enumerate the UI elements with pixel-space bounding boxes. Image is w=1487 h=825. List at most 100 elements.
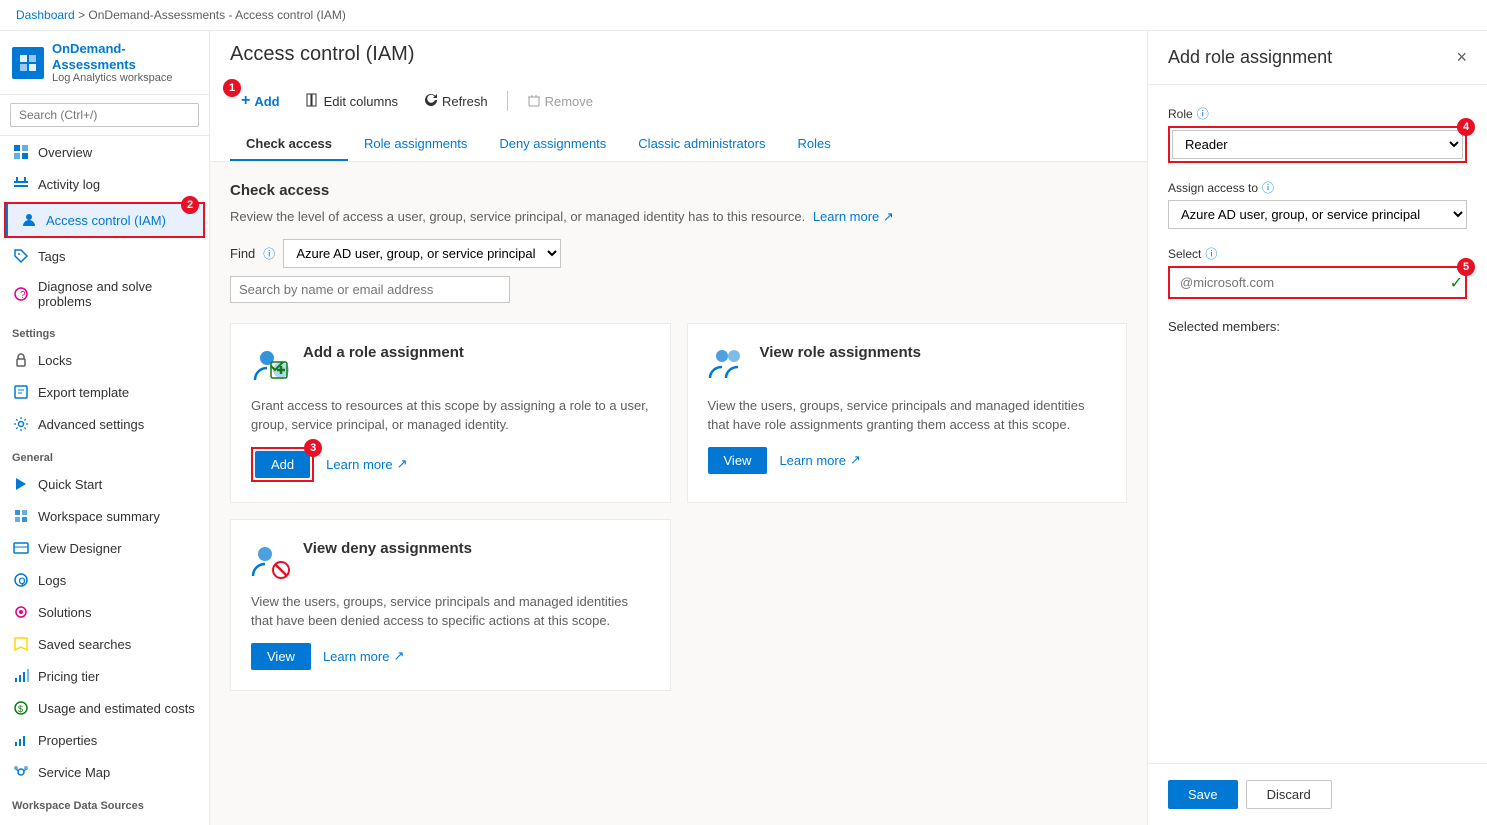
sidebar-item-quick-start-label: Quick Start bbox=[38, 477, 102, 492]
page-title: Access control (IAM) bbox=[230, 43, 1127, 66]
workspace-logo bbox=[12, 47, 44, 79]
view-role-card-desc: View the users, groups, service principa… bbox=[708, 396, 1107, 435]
add-role-card: Add a role assignment Grant access to re… bbox=[230, 323, 671, 503]
sidebar-item-service-map[interactable]: Service Map bbox=[0, 756, 209, 788]
add-role-learn-more[interactable]: Learn more ↗ bbox=[326, 456, 407, 472]
panel-close-button[interactable]: × bbox=[1456, 47, 1467, 68]
add-role-icon bbox=[251, 344, 291, 384]
view-deny-button[interactable]: View bbox=[251, 643, 311, 670]
find-info-icon: ⓘ bbox=[263, 245, 275, 262]
assign-access-select[interactable]: Azure AD user, group, or service princip… bbox=[1168, 200, 1467, 229]
access-control-icon bbox=[20, 211, 38, 229]
role-select[interactable]: Reader bbox=[1172, 130, 1463, 159]
edit-columns-button[interactable]: Edit columns bbox=[295, 87, 409, 116]
tab-deny-assignments[interactable]: Deny assignments bbox=[483, 128, 622, 161]
sidebar-item-view-designer-label: View Designer bbox=[38, 541, 122, 556]
sidebar-item-locks[interactable]: Locks bbox=[0, 344, 209, 376]
sidebar-item-activity-log[interactable]: Activity log bbox=[0, 168, 209, 200]
find-label: Find bbox=[230, 246, 255, 261]
svg-text:?: ? bbox=[20, 290, 26, 301]
find-dropdown[interactable]: Azure AD user, group, or service princip… bbox=[283, 239, 561, 268]
view-role-card-header: View role assignments bbox=[708, 344, 1107, 384]
export-template-icon bbox=[12, 383, 30, 401]
view-deny-card-actions: View Learn more ↗ bbox=[251, 643, 650, 670]
tab-check-access[interactable]: Check access bbox=[230, 128, 348, 161]
toolbar: + Add 1 Edit columns Refresh bbox=[230, 78, 1127, 124]
sidebar-item-view-designer[interactable]: View Designer bbox=[0, 532, 209, 564]
add-role-button[interactable]: Add bbox=[255, 451, 310, 478]
sidebar-item-solutions[interactable]: Solutions bbox=[0, 596, 209, 628]
sidebar-item-tags[interactable]: Tags bbox=[0, 240, 209, 272]
sidebar-item-virtual-machines[interactable]: Virtual machines bbox=[0, 816, 209, 825]
sidebar-item-export-template[interactable]: Export template bbox=[0, 376, 209, 408]
usage-costs-icon: $ bbox=[12, 699, 30, 717]
learn-more-link[interactable]: Learn more ↗ bbox=[813, 209, 894, 224]
select-info-icon[interactable]: ⓘ bbox=[1205, 245, 1217, 262]
settings-section-label: Settings bbox=[0, 316, 209, 344]
assign-access-info-icon[interactable]: ⓘ bbox=[1262, 179, 1274, 196]
role-field-label: Role ⓘ bbox=[1168, 105, 1467, 122]
panel-header: Add role assignment × bbox=[1148, 31, 1487, 85]
sidebar-item-export-label: Export template bbox=[38, 385, 129, 400]
sidebar-item-logs[interactable]: Q Logs bbox=[0, 564, 209, 596]
sidebar-item-advanced-label: Advanced settings bbox=[38, 417, 144, 432]
tab-role-assignments[interactable]: Role assignments bbox=[348, 128, 483, 161]
refresh-icon bbox=[424, 93, 438, 110]
assign-access-label: Assign access to ⓘ bbox=[1168, 179, 1467, 196]
check-access-title: Check access bbox=[230, 182, 1127, 199]
workspace-datasources-label: Workspace Data Sources bbox=[0, 788, 209, 816]
saved-searches-icon bbox=[12, 635, 30, 653]
breadcrumb-dashboard[interactable]: Dashboard bbox=[16, 8, 75, 22]
sidebar-item-pricing-tier[interactable]: Pricing tier bbox=[0, 660, 209, 692]
overview-icon bbox=[12, 143, 30, 161]
view-deny-learn-more[interactable]: Learn more ↗ bbox=[323, 648, 404, 664]
discard-button[interactable]: Discard bbox=[1246, 780, 1332, 809]
view-role-button[interactable]: View bbox=[708, 447, 768, 474]
save-button[interactable]: Save bbox=[1168, 780, 1238, 809]
add-role-card-actions: Add 3 Learn more ↗ bbox=[251, 447, 650, 482]
sidebar-item-usage-costs[interactable]: $ Usage and estimated costs bbox=[0, 692, 209, 724]
view-role-card: View role assignments View the users, gr… bbox=[687, 323, 1128, 503]
sidebar-item-properties[interactable]: Properties bbox=[0, 724, 209, 756]
refresh-button[interactable]: Refresh bbox=[413, 87, 499, 116]
sidebar-item-access-label: Access control (IAM) bbox=[46, 213, 166, 228]
panel-footer: Save Discard bbox=[1148, 763, 1487, 825]
remove-button[interactable]: Remove bbox=[516, 87, 604, 116]
sidebar-item-activity-label: Activity log bbox=[38, 177, 100, 192]
workspace-name: OnDemand-Assessments bbox=[52, 41, 197, 72]
view-deny-card: View deny assignments View the users, gr… bbox=[230, 519, 671, 691]
sidebar-item-quick-start[interactable]: Quick Start bbox=[0, 468, 209, 500]
general-section-label: General bbox=[0, 440, 209, 468]
select-field-label: Select ⓘ bbox=[1168, 245, 1467, 262]
sidebar-item-advanced-settings[interactable]: Advanced settings bbox=[0, 408, 209, 440]
view-role-learn-more[interactable]: Learn more ↗ bbox=[779, 452, 860, 468]
properties-icon bbox=[12, 731, 30, 749]
tab-classic-admins[interactable]: Classic administrators bbox=[622, 128, 781, 161]
sidebar-item-logs-label: Logs bbox=[38, 573, 66, 588]
add-icon: + bbox=[241, 92, 250, 110]
add-button-highlight: Add 3 bbox=[251, 447, 314, 482]
sidebar-search-container bbox=[0, 95, 209, 136]
check-access-section: Check access Review the level of access … bbox=[230, 182, 1127, 303]
workspace-info: OnDemand-Assessments Log Analytics works… bbox=[52, 41, 197, 84]
search-input[interactable] bbox=[10, 103, 199, 127]
panel-title: Add role assignment bbox=[1168, 47, 1332, 68]
sidebar-item-workspace-summary[interactable]: Workspace summary bbox=[0, 500, 209, 532]
content-body: Check access Review the level of access … bbox=[210, 162, 1147, 711]
sidebar-item-diagnose[interactable]: ? Diagnose and solve problems bbox=[0, 272, 209, 316]
role-field-highlight: Reader 4 bbox=[1168, 126, 1467, 163]
sidebar-item-tags-label: Tags bbox=[38, 249, 65, 264]
view-role-card-actions: View Learn more ↗ bbox=[708, 447, 1107, 474]
sidebar-item-saved-searches[interactable]: Saved searches bbox=[0, 628, 209, 660]
sidebar-item-overview[interactable]: Overview bbox=[0, 136, 209, 168]
role-info-icon[interactable]: ⓘ bbox=[1197, 105, 1209, 122]
select-input[interactable] bbox=[1172, 270, 1446, 295]
search-by-name-input[interactable] bbox=[230, 276, 510, 303]
sidebar-item-access-control[interactable]: Access control (IAM) 2 bbox=[6, 204, 203, 236]
diagnose-icon: ? bbox=[12, 285, 30, 303]
sidebar-item-saved-searches-label: Saved searches bbox=[38, 637, 131, 652]
view-role-icon bbox=[708, 344, 748, 384]
add-button[interactable]: + Add 1 bbox=[230, 86, 291, 116]
tab-roles[interactable]: Roles bbox=[781, 128, 846, 161]
logs-icon: Q bbox=[12, 571, 30, 589]
